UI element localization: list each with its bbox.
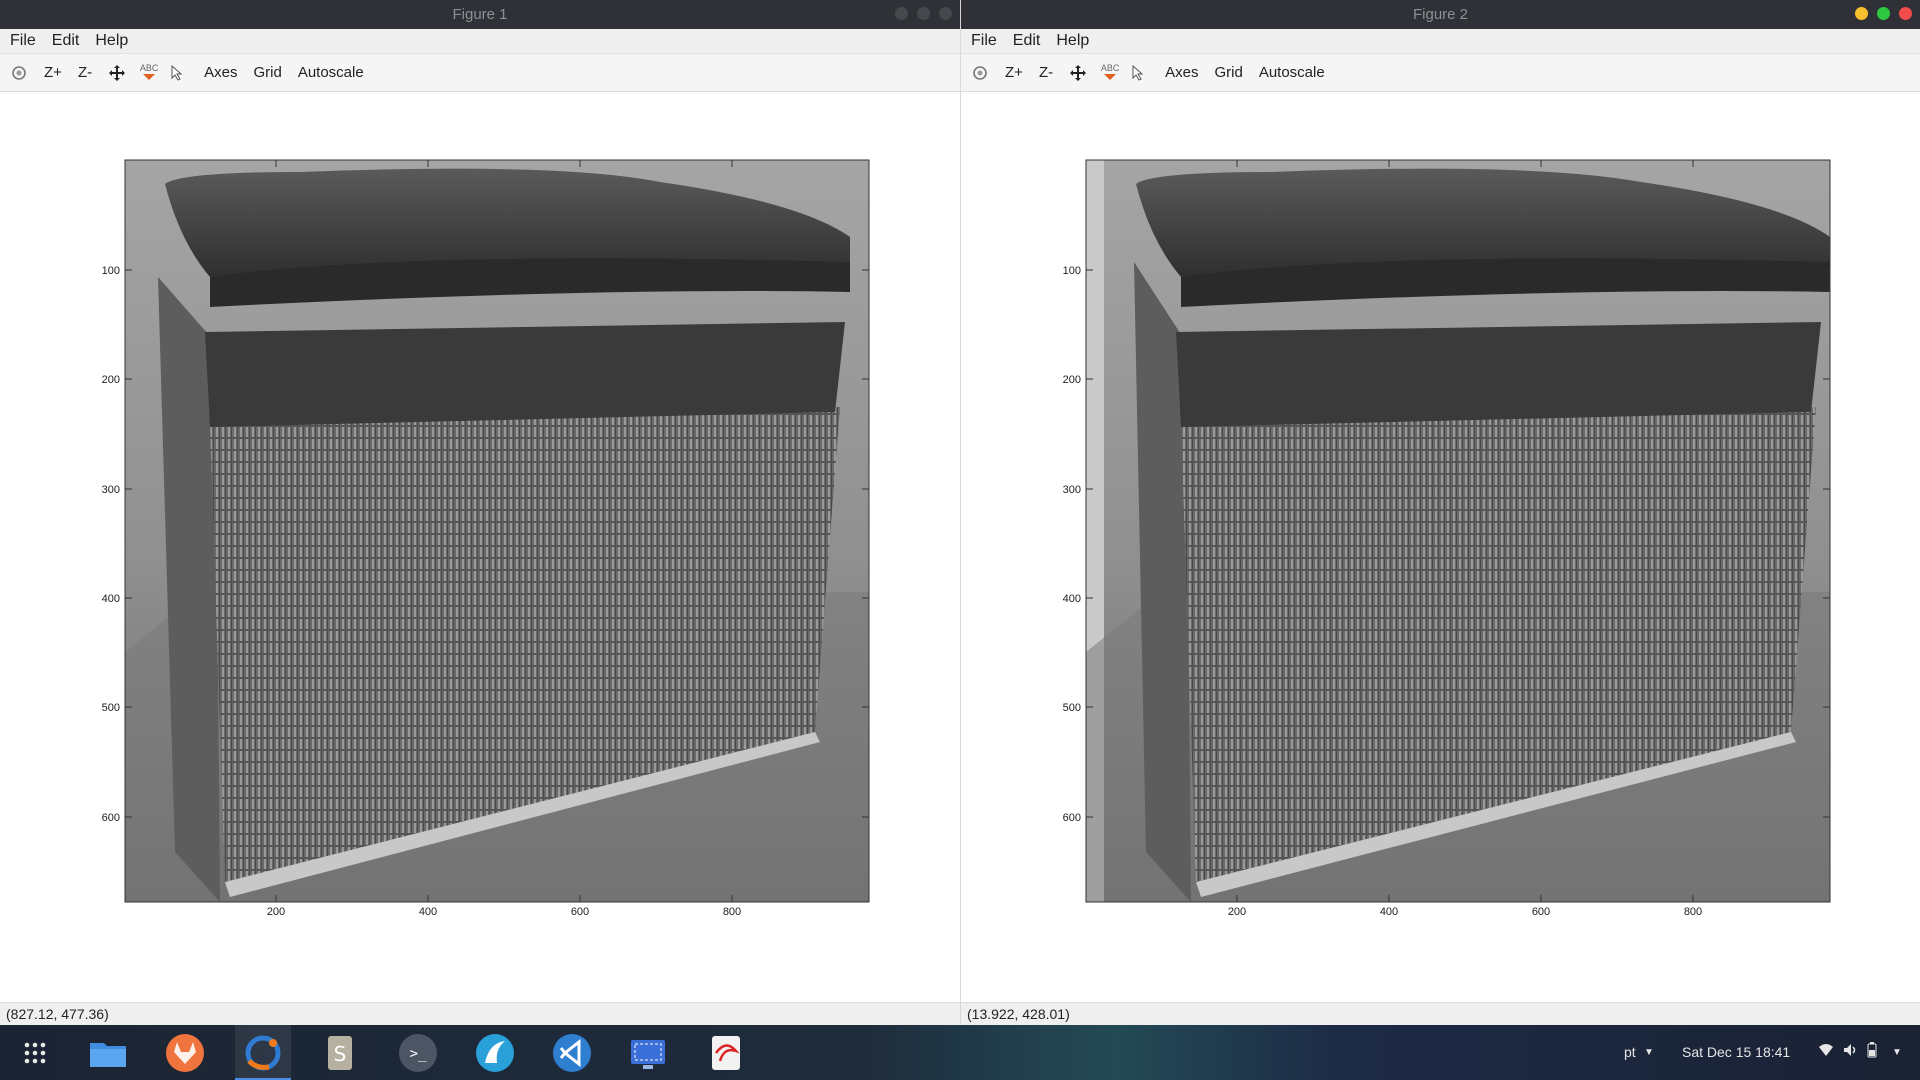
image-display [1086, 160, 1830, 902]
menu-help[interactable]: Help [1056, 32, 1089, 50]
svg-text:S: S [334, 1042, 347, 1066]
x-tick-label: 200 [1228, 906, 1246, 918]
close-button[interactable] [1899, 7, 1912, 20]
figure-canvas: 100 200 300 400 500 600 200 400 600 800 [102, 159, 870, 918]
menu-file[interactable]: File [10, 32, 36, 50]
grid-button[interactable]: Grid [1214, 64, 1242, 81]
x-tick-label: 800 [1684, 906, 1702, 918]
window-controls [895, 7, 952, 20]
clock[interactable]: Sat Dec 15 18:41 [1682, 1044, 1790, 1060]
x-tick-label: 400 [1380, 906, 1398, 918]
screenshot-icon[interactable] [628, 1033, 668, 1073]
y-tick-label: 500 [102, 702, 120, 714]
rotate-icon[interactable] [969, 62, 991, 84]
menu-help[interactable]: Help [95, 32, 128, 50]
zoom-out-button[interactable]: Z- [78, 64, 92, 81]
pan-icon[interactable] [106, 62, 128, 84]
wifi-icon[interactable] [1818, 1042, 1834, 1061]
maximize-button[interactable] [1877, 7, 1890, 20]
menu-file[interactable]: File [971, 32, 997, 50]
y-tick-label: 600 [1063, 812, 1081, 824]
rotate-icon[interactable] [8, 62, 30, 84]
minimize-button[interactable] [1855, 7, 1868, 20]
text-tool-icon[interactable]: ABC [1099, 62, 1121, 84]
svg-text:>_: >_ [410, 1046, 427, 1062]
autoscale-button[interactable]: Autoscale [1259, 64, 1325, 81]
keyboard-layout-chevron-icon[interactable]: ▼ [1644, 1047, 1654, 1058]
figure-2-window: Figure 2 File Edit Help Z+ Z- ABC Axes G… [960, 0, 1920, 1025]
y-tick-label: 400 [102, 593, 120, 605]
titlebar[interactable]: Figure 1 [0, 0, 960, 29]
figure-canvas: 100 200 300 400 500 600 200 400 600 800 [1063, 159, 1831, 918]
y-tick-label: 400 [1063, 593, 1081, 605]
y-tick-label: 600 [102, 812, 120, 824]
x-tick-label: 200 [267, 906, 285, 918]
axes-button[interactable]: Axes [1165, 64, 1198, 81]
sublime-icon[interactable]: S [320, 1033, 360, 1073]
toolbar: Z+ Z- ABC Axes Grid Autoscale [0, 54, 960, 92]
cursor-coordinates: (827.12, 477.36) [6, 1006, 109, 1022]
y-tick-label: 200 [1063, 374, 1081, 386]
statusbar: (827.12, 477.36) [0, 1002, 960, 1025]
window-title: Figure 1 [452, 6, 508, 23]
grid-button[interactable]: Grid [253, 64, 281, 81]
y-tick-label: 500 [1063, 702, 1081, 714]
keyboard-layout[interactable]: pt [1624, 1044, 1636, 1060]
select-cursor-icon[interactable] [1127, 62, 1149, 84]
x-tick-label: 600 [571, 906, 589, 918]
app-grid-icon[interactable] [15, 1033, 55, 1073]
text-tool-label: ABC [1100, 63, 1120, 73]
window-title: Figure 2 [1412, 6, 1469, 23]
volume-icon[interactable] [1842, 1042, 1858, 1061]
autoscale-button[interactable]: Autoscale [298, 64, 364, 81]
pan-icon[interactable] [1067, 62, 1089, 84]
axes-button[interactable]: Axes [204, 64, 237, 81]
toolbar: Z+ Z- ABC Axes Grid Autoscale [961, 54, 1920, 92]
y-tick-label: 300 [1063, 484, 1081, 496]
system-menu-chevron-icon[interactable]: ▼ [1892, 1047, 1902, 1058]
statusbar: (13.922, 428.01) [961, 1002, 1920, 1025]
maximize-button[interactable] [917, 7, 930, 20]
wireshark-icon[interactable] [475, 1033, 515, 1073]
x-tick-label: 400 [419, 906, 437, 918]
zoom-out-button[interactable]: Z- [1039, 64, 1053, 81]
taskbar: S >_ pt ▼ Sat Dec 15 18:41 ▼ [0, 1025, 1920, 1080]
zoom-in-button[interactable]: Z+ [1005, 64, 1023, 81]
battery-icon[interactable] [1866, 1042, 1878, 1061]
minimize-button[interactable] [895, 7, 908, 20]
text-tool-icon[interactable]: ABC [138, 62, 160, 84]
menubar: File Edit Help [961, 29, 1920, 54]
text-tool-label: ABC [139, 63, 159, 73]
terminal-icon[interactable]: >_ [398, 1033, 438, 1073]
y-tick-label: 200 [102, 374, 120, 386]
x-tick-label: 600 [1532, 906, 1550, 918]
window-controls [1855, 7, 1912, 20]
plot-area[interactable]: 100 200 300 400 500 600 200 400 600 800 [0, 92, 960, 1002]
x-tick-label: 800 [723, 906, 741, 918]
close-button[interactable] [939, 7, 952, 20]
menubar: File Edit Help [0, 29, 960, 54]
image-display [125, 160, 869, 902]
zoom-in-button[interactable]: Z+ [44, 64, 62, 81]
y-tick-label: 300 [102, 484, 120, 496]
y-tick-label: 100 [102, 265, 120, 277]
select-cursor-icon[interactable] [166, 62, 188, 84]
gitlab-icon[interactable] [165, 1033, 205, 1073]
vscode-icon[interactable] [552, 1033, 592, 1073]
menu-edit[interactable]: Edit [1013, 32, 1041, 50]
plot-area[interactable]: 100 200 300 400 500 600 200 400 600 800 [961, 92, 1920, 1002]
octave-icon[interactable] [243, 1033, 283, 1073]
menu-edit[interactable]: Edit [52, 32, 80, 50]
document-viewer-icon[interactable] [706, 1033, 746, 1073]
figure-1-window: Figure 1 File Edit Help Z+ Z- ABC Axes G… [0, 0, 960, 1025]
titlebar[interactable]: Figure 2 [961, 0, 1920, 29]
cursor-coordinates: (13.922, 428.01) [967, 1006, 1070, 1022]
files-icon[interactable] [88, 1033, 128, 1073]
y-tick-label: 100 [1063, 265, 1081, 277]
